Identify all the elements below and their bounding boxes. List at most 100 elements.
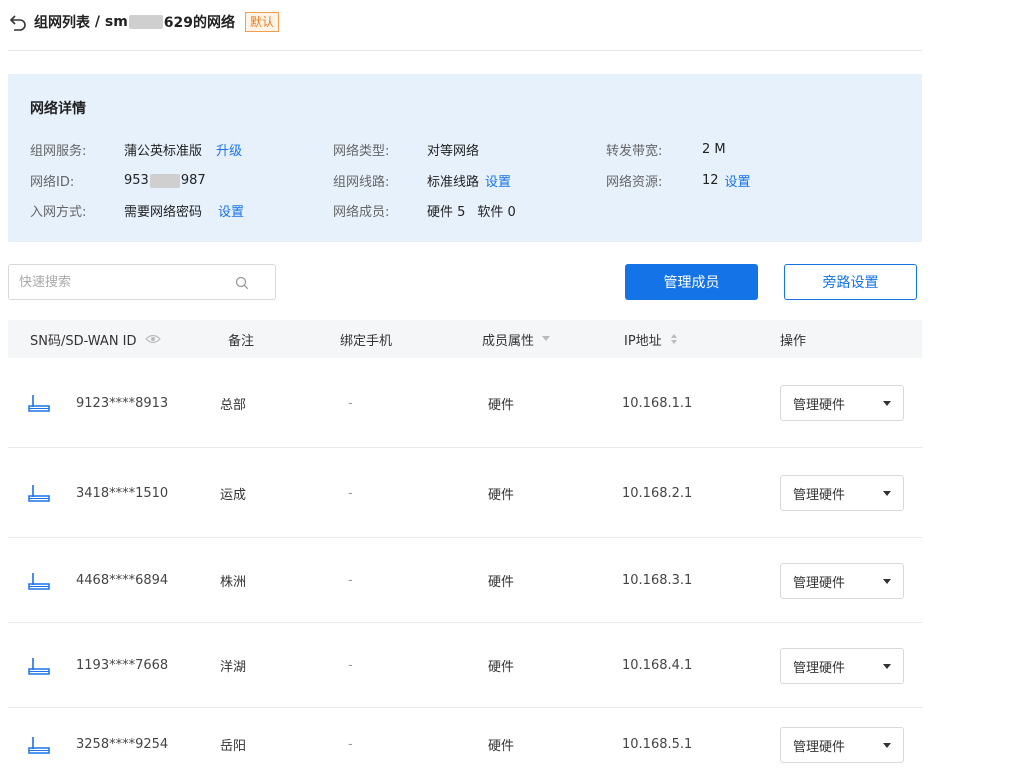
manage-hardware-label: 管理硬件 [793,397,846,413]
details-title: 网络详情 [30,101,86,117]
network-id-prefix: 953 [124,173,149,188]
chevron-down-icon [883,664,891,669]
manage-members-button[interactable]: 管理成员 [625,264,758,300]
router-icon [28,572,50,590]
table-row: 3258****9254 岳阳 - 硬件 10.168.5.1 管理硬件 [8,708,922,781]
manage-hardware-dropdown[interactable]: 管理硬件 [780,648,904,684]
network-name-prefix: sm [104,14,128,30]
cell-ip: 10.168.3.1 [622,573,693,588]
sn-value: 3418****1510 [76,485,169,501]
network-details-panel: 网络详情 组网服务: 蒲公英标准版 升级 网络类型: 对等网络 转发带宽: 2 … [8,74,922,242]
manage-hardware-dropdown[interactable]: 管理硬件 [780,727,904,763]
join-settings-link[interactable]: 设置 [218,201,244,220]
breadcrumb-parent[interactable]: 组网列表 [34,12,90,32]
line-label: 组网线路: [333,175,390,190]
redacted-mask [128,15,163,29]
column-attr-label: 成员属性 [482,333,535,349]
header-divider [8,50,922,51]
detail-line: 组网线路: 标准线路 设置 [333,171,511,190]
detail-bandwidth: 转发带宽: 2 M [606,140,726,159]
cell-ip: 10.168.5.1 [622,737,693,752]
cell-phone: - [348,737,353,752]
join-value: 需要网络密码 [124,205,203,220]
table-row: 9123****8913 总部 - 硬件 10.168.1.1 管理硬件 [8,358,922,448]
bypass-settings-button[interactable]: 旁路设置 [784,264,917,300]
cell-attr: 硬件 [488,660,515,675]
router-icon [28,736,50,754]
search-input[interactable] [9,265,259,299]
table-row: 4468****6894 株洲 - 硬件 10.168.3.1 管理硬件 [8,538,922,623]
sn-value: 1193****7668 [76,658,169,673]
chevron-down-icon [883,491,891,496]
column-ip[interactable]: IP地址 [624,320,678,358]
join-label: 入网方式: [30,205,87,220]
cell-phone: - [348,573,353,588]
network-type-label: 网络类型: [333,144,390,159]
manage-hardware-dropdown[interactable]: 管理硬件 [780,385,904,421]
cell-ip: 10.168.1.1 [622,395,693,411]
search-box [8,264,276,300]
detail-network-type: 网络类型: 对等网络 [333,140,479,159]
column-sn-label: SN码/SD-WAN ID [30,333,137,349]
manage-hardware-dropdown[interactable]: 管理硬件 [780,563,904,599]
back-arrow-icon[interactable] [8,12,28,32]
cell-note: 洋湖 [220,660,247,675]
resources-settings-link[interactable]: 设置 [725,171,751,190]
column-ip-label: IP地址 [624,333,662,349]
cell-attr: 硬件 [488,487,515,503]
cell-sn: 1193****7668 [28,623,168,708]
column-note: 备注 [228,333,255,349]
network-id-suffix: 987 [180,173,206,188]
cell-attr: 硬件 [488,575,515,590]
cell-note: 株洲 [220,575,247,590]
upgrade-link[interactable]: 升级 [216,140,242,159]
manage-hardware-label: 管理硬件 [793,660,846,676]
manage-hardware-label: 管理硬件 [793,575,846,591]
cell-phone: - [348,485,353,501]
filter-caret-icon[interactable] [542,336,551,342]
sn-value: 9123****8913 [76,395,169,411]
column-attr[interactable]: 成员属性 [482,320,551,358]
breadcrumb: 组网列表 / sm 629的网络 默认 [8,8,922,36]
cell-ip: 10.168.4.1 [622,658,693,673]
detail-service: 组网服务: 蒲公英标准版 升级 [30,140,242,159]
cell-sn: 4468****6894 [28,538,168,623]
chevron-down-icon [883,743,891,748]
cell-ip: 10.168.2.1 [622,485,693,501]
column-phone: 绑定手机 [340,333,393,349]
eye-icon[interactable] [144,334,161,344]
cell-sn: 3418****1510 [28,448,168,538]
manage-hardware-dropdown[interactable]: 管理硬件 [780,475,904,511]
detail-join-method: 入网方式: 需要网络密码 设置 [30,201,244,220]
router-icon [28,484,50,502]
chevron-down-icon [883,401,891,406]
detail-members: 网络成员: 硬件 5 软件 0 [333,201,516,220]
sort-icon[interactable] [670,333,678,345]
column-action: 操作 [780,333,807,349]
cell-sn: 9123****8913 [28,358,168,448]
cell-attr: 硬件 [488,397,515,413]
search-icon[interactable] [235,275,249,290]
cell-phone: - [348,658,353,673]
router-icon [28,657,50,675]
column-sn: SN码/SD-WAN ID [30,320,161,358]
sn-value: 4468****6894 [76,573,169,588]
line-value: 标准线路 [427,175,480,190]
cell-phone: - [348,395,353,411]
members-software: 软件 0 [477,205,516,220]
cell-note: 岳阳 [220,739,247,754]
resources-label: 网络资源: [606,175,663,190]
network-id-label: 网络ID: [30,175,75,190]
bandwidth-label: 转发带宽: [606,144,663,159]
cell-attr: 硬件 [488,739,515,754]
table-header: SN码/SD-WAN ID 备注 绑定手机 成员属性 IP地址 操作 [8,320,922,358]
chevron-down-icon [883,579,891,584]
table-row: 1193****7668 洋湖 - 硬件 10.168.4.1 管理硬件 [8,623,922,708]
line-settings-link[interactable]: 设置 [485,171,511,190]
breadcrumb-separator: / [90,14,105,30]
detail-resources: 网络资源: 12 设置 [606,171,751,190]
bandwidth-value: 2 M [702,142,726,157]
detail-network-id: 网络ID: 953 987 [30,171,206,190]
cell-sn: 3258****9254 [28,708,168,781]
manage-hardware-label: 管理硬件 [793,739,846,755]
